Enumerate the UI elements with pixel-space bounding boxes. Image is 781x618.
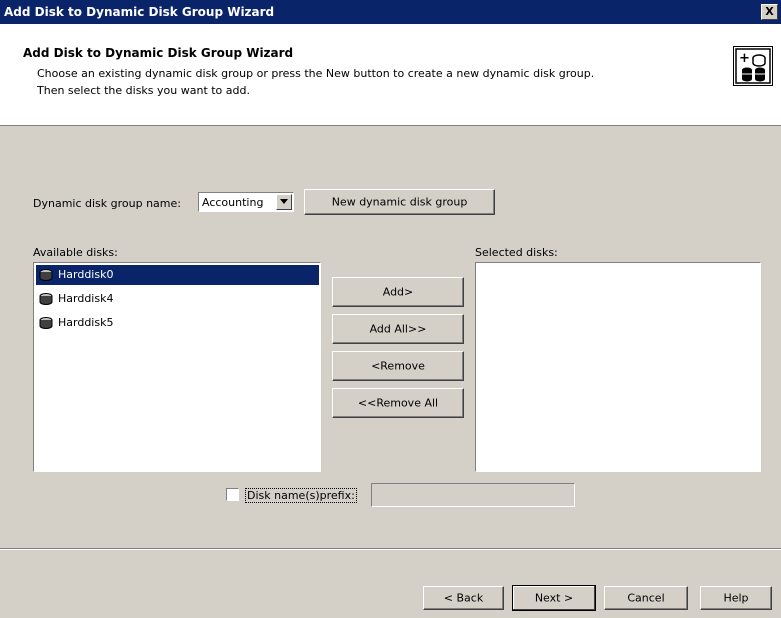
available-disks-label: Available disks: [33, 246, 118, 259]
group-name-value: Accounting [202, 196, 264, 209]
svg-text:+: + [739, 51, 750, 66]
disk-icon [39, 269, 53, 281]
group-name-label: Dynamic disk group name: [33, 197, 181, 210]
selected-disks-label: Selected disks: [475, 246, 558, 259]
header-description-2: Then select the disks you want to add. [37, 84, 250, 97]
help-button[interactable]: Help [700, 586, 772, 610]
footer-separator [0, 548, 781, 550]
wizard-header: Add Disk to Dynamic Disk Group Wizard Ch… [0, 24, 781, 126]
list-item[interactable]: Harddisk5 [36, 313, 319, 333]
title-bar: Add Disk to Dynamic Disk Group Wizard X [0, 0, 781, 24]
dropdown-button[interactable] [276, 194, 292, 210]
back-button[interactable]: < Back [423, 586, 504, 610]
add-button[interactable]: Add> [332, 277, 464, 307]
group-name-combobox[interactable]: Accounting [198, 192, 294, 212]
remove-button[interactable]: <Remove [332, 351, 464, 381]
available-disks-list[interactable]: Harddisk0 Harddisk4 Harddisk5 [33, 262, 321, 472]
next-button[interactable]: Next > [512, 585, 596, 611]
disk-icon [39, 293, 53, 305]
remove-all-button[interactable]: <<Remove All [332, 388, 464, 418]
new-group-button[interactable]: New dynamic disk group [304, 189, 495, 215]
prefix-checkbox[interactable] [226, 488, 239, 501]
disk-group-add-icon: + [733, 46, 773, 86]
window-title: Add Disk to Dynamic Disk Group Wizard [4, 5, 275, 19]
wizard-window: Add Disk to Dynamic Disk Group Wizard X … [0, 0, 781, 618]
selected-disks-list[interactable] [475, 262, 761, 472]
disk-icon [39, 317, 53, 329]
prefix-label[interactable]: Disk name(s)prefix: [245, 488, 357, 503]
header-description-1: Choose an existing dynamic disk group or… [37, 67, 595, 80]
add-all-button[interactable]: Add All>> [332, 314, 464, 344]
cancel-button[interactable]: Cancel [604, 586, 688, 610]
list-item[interactable]: Harddisk0 [36, 265, 319, 285]
close-button[interactable]: X [761, 4, 778, 20]
prefix-input[interactable] [371, 483, 575, 507]
header-title: Add Disk to Dynamic Disk Group Wizard [23, 46, 294, 60]
chevron-down-icon [280, 199, 288, 204]
list-item[interactable]: Harddisk4 [36, 289, 319, 309]
